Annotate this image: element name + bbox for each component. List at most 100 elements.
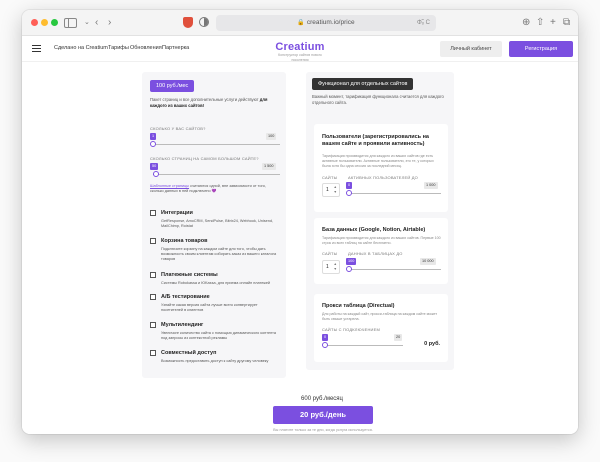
- cart-checkbox[interactable]: [150, 238, 156, 244]
- share-icon[interactable]: ⇧: [536, 16, 544, 29]
- users-slider-value: 0: [346, 182, 353, 189]
- integrations-desc: GetResponse, AmoCRM, SendPulse, Bitrix24…: [161, 219, 273, 228]
- ab-testing-checkbox[interactable]: [150, 294, 156, 300]
- pages-caption: СКОЛЬКО СТРАНИЦ НА САМОМ БОЛЬШОМ САЙТЕ?: [150, 156, 259, 161]
- total-note: Вы платите только за те дни, когда услуг…: [273, 428, 373, 432]
- site-features-intro: Важный момент, тарификация функционала с…: [312, 94, 444, 105]
- users-slider-thumb[interactable]: [346, 190, 352, 196]
- ab-testing-title: А/Б тестирование: [161, 294, 210, 300]
- users-card-desc: Тарификация производится для каждого из …: [322, 154, 434, 168]
- shared-access-title: Совместный доступ: [161, 350, 217, 356]
- nav-made-on-creatium[interactable]: Сделано на Creatium: [54, 45, 108, 51]
- new-tab-icon[interactable]: +: [550, 16, 556, 29]
- multilanding-title: Мультилендинг: [161, 322, 204, 328]
- back-icon[interactable]: ‹: [95, 16, 98, 29]
- brave-shield-icon[interactable]: [183, 17, 193, 28]
- sites-slider[interactable]: [153, 144, 280, 145]
- database-slider-max: 10 000: [420, 258, 436, 265]
- database-card-title: База данных (Google, Notion, Airtable): [322, 227, 426, 233]
- register-button[interactable]: Регистрация: [509, 41, 573, 57]
- proxy-slider[interactable]: [325, 345, 403, 346]
- database-slider[interactable]: [349, 269, 441, 270]
- sites-slider-max: 100: [266, 133, 277, 140]
- proxy-price: 0 руб.: [424, 341, 440, 347]
- browser-toolbar: ⌄ ‹ › 🔒 creatium.io/price Φ̃ₒ C ⊕ ⇧ + ⧉: [22, 10, 578, 36]
- stepper-arrows-icon[interactable]: ▲ ▼: [334, 185, 337, 195]
- browser-window: ⌄ ‹ › 🔒 creatium.io/price Φ̃ₒ C ⊕ ⇧ + ⧉ С…: [22, 10, 578, 434]
- database-slider-value: 100: [346, 258, 357, 265]
- tab-overview-icon[interactable]: ⧉: [563, 16, 570, 29]
- users-sites-stepper[interactable]: 1 ▲ ▼: [322, 183, 340, 197]
- download-icon[interactable]: ⊕: [522, 16, 530, 29]
- proxy-card: Прокси таблица (Directual) Для работы на…: [314, 294, 448, 362]
- address-bar[interactable]: 🔒 creatium.io/price Φ̃ₒ C: [216, 15, 436, 31]
- menu-icon[interactable]: [32, 45, 41, 52]
- lock-icon: 🔒: [297, 20, 305, 26]
- url-text: creatium.io/price: [306, 19, 355, 26]
- chevron-down-icon[interactable]: ⌄: [84, 16, 90, 29]
- proxy-slider-max: 20: [394, 334, 403, 341]
- proxy-slider-thumb[interactable]: [322, 342, 328, 348]
- multilanding-desc: Увеличьте количество сайта с помощью дин…: [161, 331, 276, 340]
- database-card-desc: Тарификация производится для каждого из …: [322, 236, 441, 245]
- nav-partners[interactable]: Партнерка: [162, 45, 189, 51]
- integrations-checkbox[interactable]: [150, 210, 156, 216]
- sidebar-toggle-icon[interactable]: [64, 18, 77, 28]
- proxy-card-desc: Для работы на каждый сайт, прокси-таблиц…: [322, 312, 438, 321]
- proxy-sites-caption: САЙТЫ С ПОДКЛЮЧЕНИЕМ: [322, 327, 381, 332]
- price-badge: 100 руб./мес: [150, 80, 195, 92]
- total-per-month: 600 руб./месяц: [301, 396, 343, 402]
- package-panel: 100 руб./мес Пакет страниц и все дополни…: [142, 72, 286, 378]
- nav-updates[interactable]: Обновления: [130, 45, 162, 51]
- site-header: Сделано на Creatium Тарифы Обновления Па…: [22, 36, 578, 62]
- database-card: База данных (Google, Notion, Airtable) Т…: [314, 218, 448, 284]
- pages-slider-thumb[interactable]: [152, 171, 159, 177]
- proxy-card-title: Прокси таблица (Directual): [322, 303, 395, 309]
- users-slider-max: 1 000: [424, 182, 438, 189]
- stepper-arrows-icon[interactable]: ▲ ▼: [334, 262, 337, 272]
- payments-desc: Системы Robokassa и ЮKassa, для приема о…: [161, 281, 271, 285]
- users-sites-caption: САЙТЫ: [322, 175, 338, 180]
- pricing-content: 100 руб./мес Пакет страниц и все дополни…: [22, 62, 578, 434]
- template-pages-note: Шаблонные страницы считаются одной, вне …: [150, 184, 266, 193]
- payments-checkbox[interactable]: [150, 272, 156, 278]
- total-per-day-button[interactable]: 20 руб./день: [273, 406, 373, 424]
- forward-icon[interactable]: ›: [108, 16, 111, 29]
- logo-text: Creatium: [275, 41, 325, 53]
- maximize-window-button[interactable]: [51, 19, 58, 26]
- template-pages-link[interactable]: Шаблонные страницы: [150, 184, 189, 188]
- sites-slider-thumb[interactable]: [150, 141, 156, 147]
- nav-pricing[interactable]: Тарифы: [108, 45, 129, 51]
- database-sites-stepper[interactable]: 1 ▲ ▼: [322, 260, 340, 274]
- sites-caption: СКОЛЬКО У ВАС САЙТОВ?: [150, 126, 206, 131]
- minimize-window-button[interactable]: [41, 19, 48, 26]
- privacy-extension-icon[interactable]: [199, 17, 209, 27]
- close-window-button[interactable]: [31, 19, 38, 26]
- users-limit-caption: АКТИВНЫХ ПОЛЬЗОВАТЕЛЕЙ ДО: [348, 175, 418, 180]
- integrations-title: Интеграции: [161, 210, 193, 216]
- proxy-slider-value: 0: [322, 334, 329, 341]
- site-features-badge: Функционал для отдельных сайтов: [312, 78, 414, 90]
- cart-desc: Подключите корзину на каждом сайте для т…: [161, 247, 277, 261]
- cabinet-button[interactable]: Личный кабинет: [440, 41, 502, 57]
- package-intro: Пакет страниц и все дополнительные услуг…: [150, 97, 268, 108]
- pages-slider-max: 1 500: [262, 163, 276, 170]
- pages-slider-value: 50: [150, 163, 159, 170]
- database-limit-caption: ДАННЫХ В ТАБЛИЦАХ ДО: [348, 251, 403, 256]
- users-card-title: Пользователи (зарегистрировались на ваше…: [322, 134, 429, 147]
- database-sites-caption: САЙТЫ: [322, 251, 338, 256]
- ab-testing-desc: Узнайте какая версия сайта лучше всего к…: [161, 303, 258, 312]
- users-slider[interactable]: [349, 193, 441, 194]
- translate-reload-icons[interactable]: Φ̃ₒ C: [417, 15, 430, 31]
- shared-access-desc: Возможность предоставить доступ к сайту …: [161, 359, 269, 363]
- pages-slider[interactable]: [153, 174, 280, 175]
- shared-access-checkbox[interactable]: [150, 350, 156, 356]
- payments-title: Платежные системы: [161, 272, 218, 278]
- sites-slider-value: 1: [150, 133, 157, 140]
- logo[interactable]: Creatium Конструктор сайтов нового покол…: [270, 41, 330, 63]
- users-card: Пользователи (зарегистрировались на ваше…: [314, 124, 448, 212]
- site-features-panel: Функционал для отдельных сайтов Важный м…: [306, 72, 454, 370]
- multilanding-checkbox[interactable]: [150, 322, 156, 328]
- cart-title: Корзина товаров: [161, 238, 208, 244]
- database-slider-thumb[interactable]: [346, 266, 352, 272]
